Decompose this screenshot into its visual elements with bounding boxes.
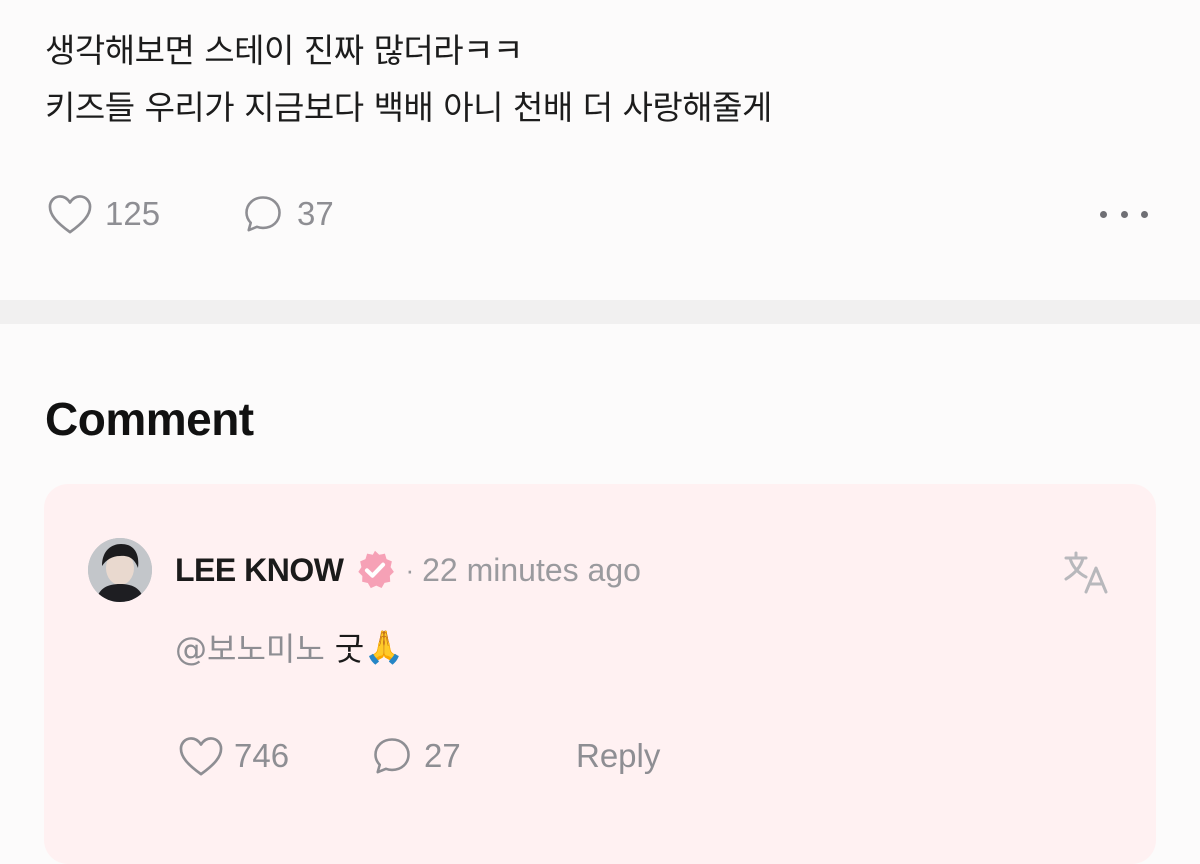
avatar-image	[88, 538, 152, 602]
post-text-line-1: 생각해보면 스테이 진짜 많더라ㅋㅋ	[45, 31, 523, 70]
comment-header: LEE KNOW · 22 minutes ago	[175, 548, 641, 592]
more-options-button[interactable]	[1100, 202, 1148, 226]
comment-timestamp: 22 minutes ago	[422, 551, 641, 588]
heart-outline-icon	[48, 195, 92, 234]
post: 생각해보면 스테이 진짜 많더라ㅋㅋ 키즈들 우리가 지금보다 백배 아니 천배…	[0, 0, 1200, 300]
speech-bubble-icon	[245, 196, 281, 232]
more-horizontal-icon-dot	[1100, 210, 1107, 218]
avatar[interactable]	[88, 538, 152, 602]
more-horizontal-icon-dot	[1120, 210, 1128, 218]
comment-actions: 746 27 Reply	[178, 732, 660, 780]
post-comment-count: 37	[297, 195, 334, 232]
speech-bubble-icon	[374, 738, 410, 774]
reply-button[interactable]: Reply	[576, 737, 660, 775]
translate-icon	[1064, 551, 1108, 594]
post-actions: 125 37	[47, 190, 334, 238]
comment-like-count: 746	[234, 737, 290, 774]
post-like-count: 125	[105, 195, 161, 232]
post-body: 생각해보면 스테이 진짜 많더라ㅋㅋ 키즈들 우리가 지금보다 백배 아니 천배…	[45, 22, 772, 136]
meta-separator: ·	[405, 554, 415, 585]
section-divider	[0, 300, 1200, 324]
translate-button[interactable]	[1062, 548, 1110, 596]
comment-section: Comment LEE KNOW · 22 minutes ago @보노미노 …	[0, 324, 1200, 864]
comment-like-button[interactable]: 746	[178, 735, 370, 777]
comment-body: @보노미노 굿 🙏	[175, 624, 404, 670]
comment-card: LEE KNOW · 22 minutes ago @보노미노 굿 🙏 746 …	[44, 484, 1156, 864]
more-horizontal-icon-dot	[1141, 210, 1148, 218]
heart-outline-icon	[179, 737, 223, 776]
mention-link[interactable]: @보노미노	[175, 624, 325, 670]
comment-text: 굿	[334, 630, 365, 668]
comment-replies-button[interactable]: 27	[370, 734, 576, 778]
comment-reply-count: 27	[424, 737, 461, 774]
folded-hands-emoji: 🙏	[364, 628, 405, 666]
author-name[interactable]: LEE KNOW	[175, 552, 344, 589]
post-comment-button[interactable]: 37	[241, 192, 334, 236]
post-text-line-2: 키즈들 우리가 지금보다 백배 아니 천배 더 사랑해줄게	[45, 88, 772, 127]
comment-section-title: Comment	[45, 393, 254, 445]
verified-badge-icon	[358, 550, 395, 589]
post-like-button[interactable]: 125	[47, 193, 241, 235]
